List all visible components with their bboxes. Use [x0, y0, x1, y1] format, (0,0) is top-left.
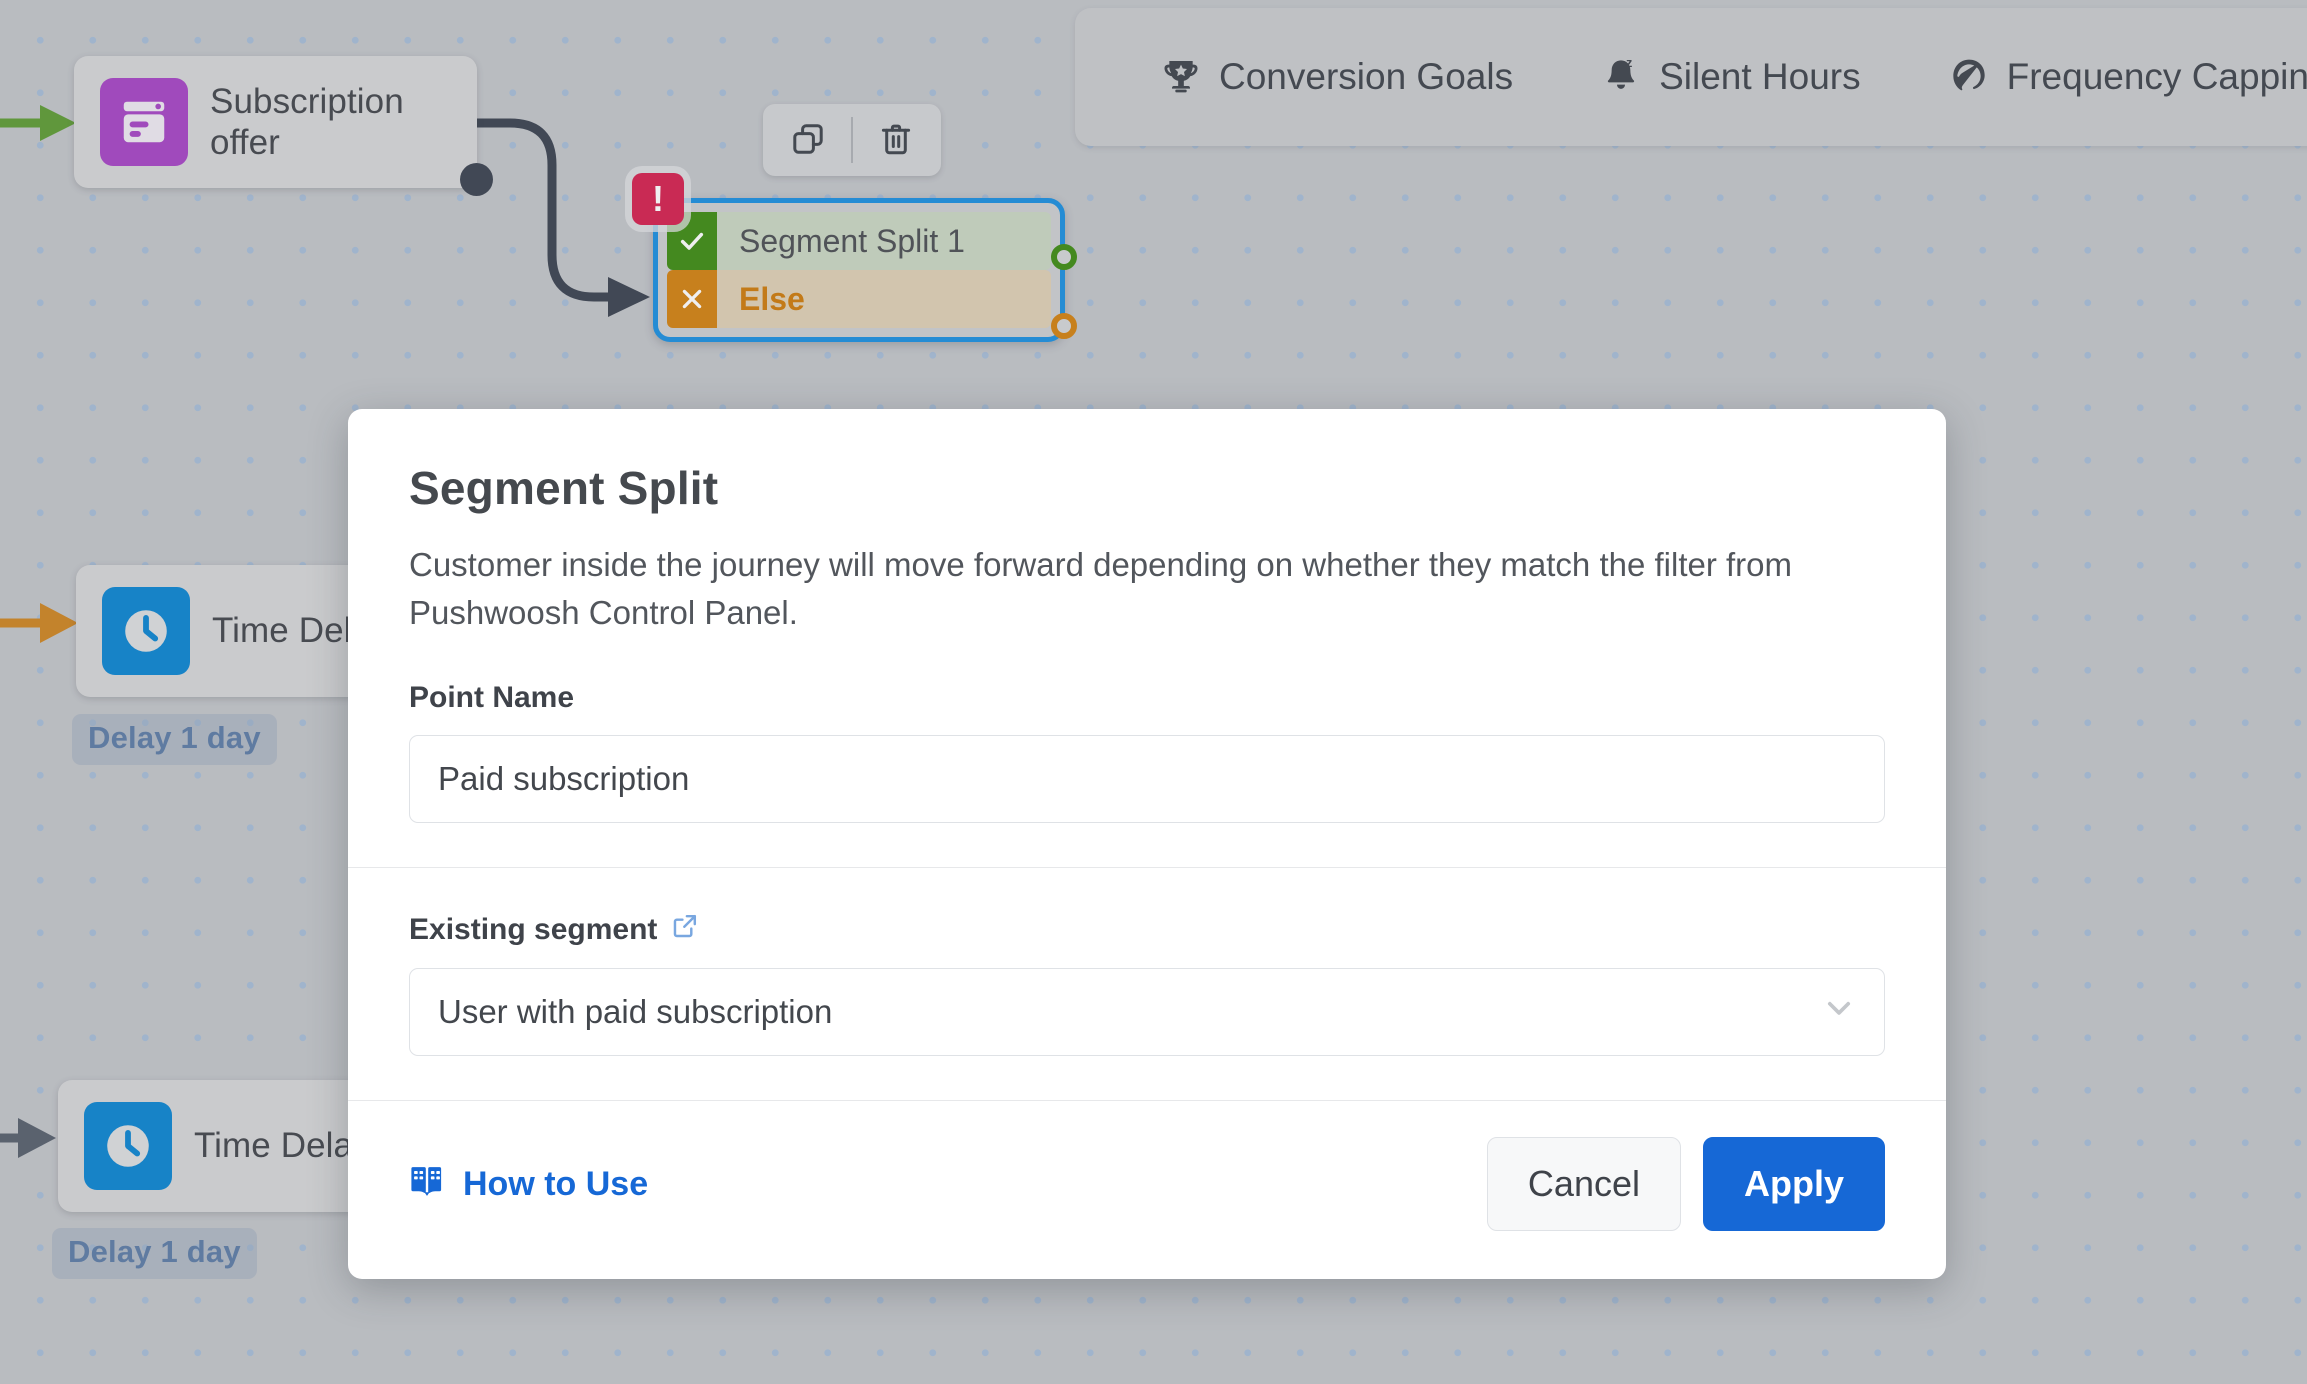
modal-title: Segment Split — [409, 461, 1885, 515]
book-icon — [409, 1162, 445, 1207]
apply-button[interactable]: Apply — [1703, 1137, 1885, 1231]
node-action-toolbar[interactable] — [763, 104, 941, 176]
branch-output-port-true[interactable] — [1051, 244, 1077, 270]
existing-segment-label: Existing segment — [409, 912, 1885, 948]
existing-segment-select[interactable]: User with paid subscription — [409, 968, 1885, 1056]
clock-icon — [84, 1102, 172, 1190]
segment-split-modal: Segment Split Customer inside the journe… — [348, 409, 1946, 1279]
modal-header: Segment Split Customer inside the journe… — [348, 409, 1946, 637]
in-app-message-icon — [100, 78, 188, 166]
connector-entry-orange — [0, 603, 78, 643]
cross-icon — [667, 270, 717, 328]
existing-segment-field-block: Existing segment User with paid subscrip… — [348, 868, 1946, 1100]
chevron-down-icon — [1822, 991, 1856, 1033]
trophy-icon — [1161, 56, 1201, 99]
branch-label: Else — [717, 270, 1051, 328]
journey-canvas[interactable]: Subscription offer Time Delay Delay 1 da… — [0, 0, 2307, 1384]
toolbar-item-conversion-goals[interactable]: Conversion Goals — [1117, 56, 1557, 99]
toolbar-item-label: Frequency Capping — [2007, 56, 2307, 98]
external-link-icon[interactable] — [671, 912, 699, 948]
existing-segment-label-text: Existing segment — [409, 913, 657, 947]
connector-entry-gray — [0, 1118, 56, 1158]
cancel-button[interactable]: Cancel — [1487, 1137, 1681, 1231]
delete-node-button[interactable] — [865, 114, 927, 166]
journey-settings-toolbar[interactable]: Conversion Goals z Silent Hours Frequenc… — [1075, 8, 2307, 146]
node-subscription-offer[interactable]: Subscription offer — [74, 56, 477, 188]
node-segment-split[interactable]: ! Segment Split 1 Else — [653, 198, 1065, 342]
existing-segment-value: User with paid subscription — [438, 993, 832, 1031]
delay-badge: Delay 1 day — [72, 714, 277, 765]
bell-sleep-icon: z — [1601, 56, 1641, 99]
point-name-value: Paid subscription — [438, 760, 689, 798]
toolbar-item-frequency-capping[interactable]: Frequency Capping — [1905, 56, 2307, 99]
toolbar-item-label: Conversion Goals — [1219, 56, 1513, 98]
how-to-use-link[interactable]: How to Use — [409, 1162, 648, 1207]
toolbar-item-label: Silent Hours — [1659, 56, 1861, 98]
branch-output-port-else[interactable] — [1051, 313, 1077, 339]
delay-badge: Delay 1 day — [52, 1228, 257, 1279]
copy-icon — [790, 121, 826, 160]
connector-entry-green — [0, 105, 76, 141]
gauge-icon — [1949, 56, 1989, 99]
modal-footer: How to Use Cancel Apply — [348, 1101, 1946, 1279]
segment-split-branch-else[interactable]: Else — [667, 270, 1051, 328]
node-output-port[interactable] — [460, 163, 493, 196]
modal-description: Customer inside the journey will move fo… — [409, 541, 1885, 637]
modal-action-buttons: Cancel Apply — [1487, 1137, 1885, 1231]
svg-text:z: z — [1626, 56, 1632, 70]
toolbar-divider — [851, 117, 853, 163]
how-to-use-label: How to Use — [463, 1165, 648, 1204]
point-name-input[interactable]: Paid subscription — [409, 735, 1885, 823]
point-name-label: Point Name — [409, 681, 1885, 715]
branch-label: Segment Split 1 — [717, 212, 1051, 270]
point-name-field-block: Point Name Paid subscription — [348, 637, 1946, 867]
clock-icon — [102, 587, 190, 675]
copy-node-button[interactable] — [777, 114, 839, 166]
segment-split-branch-true[interactable]: Segment Split 1 — [667, 212, 1051, 270]
node-label: Subscription offer — [210, 81, 404, 164]
toolbar-item-silent-hours[interactable]: z Silent Hours — [1557, 56, 1905, 99]
connector-offer-to-split — [470, 123, 650, 317]
trash-icon — [878, 121, 914, 160]
node-label: Time Delay — [194, 1125, 371, 1166]
error-badge[interactable]: ! — [632, 173, 684, 225]
